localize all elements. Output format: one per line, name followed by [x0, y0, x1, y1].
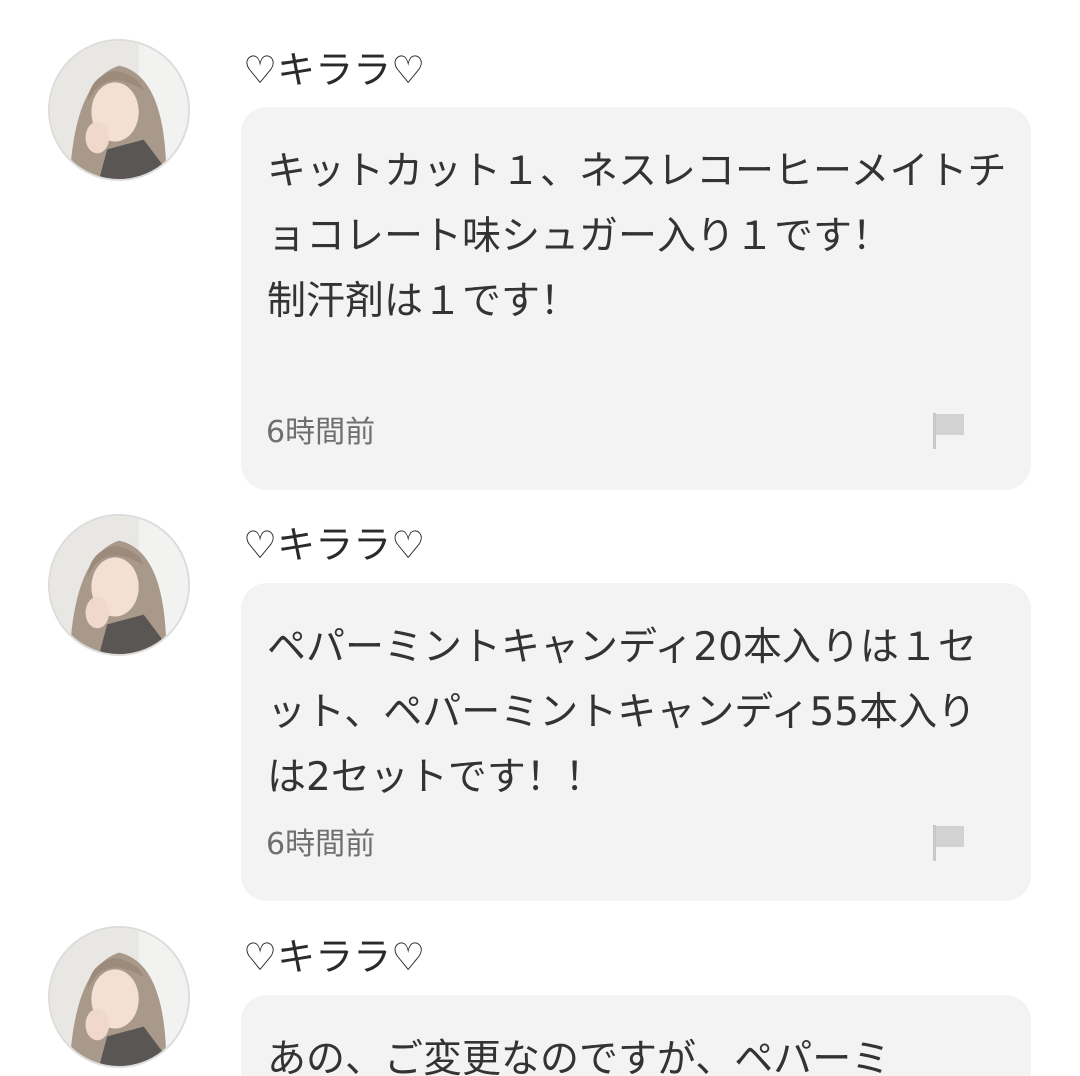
user-avatar[interactable]	[48, 514, 190, 656]
comment-text: キットカット１、ネスレコーヒーメイトチョコレート味シュガー入り１です！ 制汗剤は…	[267, 149, 1007, 324]
username[interactable]: ♡キララ♡	[243, 520, 425, 570]
comment-timestamp: 6時間前	[266, 827, 376, 862]
avatar-image	[50, 516, 188, 654]
comment-item: ♡キララ♡ キットカット１、ネスレコーヒーメイトチョコレート味シュガー入り１です…	[0, 0, 1080, 500]
comment-text: あの、ご変更なのですが、ペパーミ	[267, 1037, 891, 1076]
comment-bubble: ペパーミントキャンディ20本入りは１セット、ペパーミントキャンディ55本入りは2…	[241, 583, 1031, 901]
comment-timestamp: 6時間前	[266, 415, 376, 450]
user-avatar[interactable]	[48, 39, 190, 181]
username[interactable]: ♡キララ♡	[243, 45, 425, 95]
avatar-image	[50, 41, 188, 179]
flag-icon[interactable]	[931, 823, 967, 863]
comment-bubble: あの、ご変更なのですが、ペパーミ	[241, 995, 1031, 1076]
comment-bubble: キットカット１、ネスレコーヒーメイトチョコレート味シュガー入り１です！ 制汗剤は…	[241, 107, 1031, 490]
comment-feed: ♡キララ♡ キットカット１、ネスレコーヒーメイトチョコレート味シュガー入り１です…	[0, 0, 1080, 1076]
username[interactable]: ♡キララ♡	[243, 932, 425, 982]
avatar-image	[50, 928, 188, 1066]
comment-item: ♡キララ♡ ペパーミントキャンディ20本入りは１セット、ペパーミントキャンディ5…	[0, 500, 1080, 910]
flag-icon[interactable]	[931, 411, 967, 451]
comment-text: ペパーミントキャンディ20本入りは１セット、ペパーミントキャンディ55本入りは2…	[267, 625, 977, 800]
user-avatar[interactable]	[48, 926, 190, 1068]
comment-item: ♡キララ♡ あの、ご変更なのですが、ペパーミ	[0, 910, 1080, 1076]
